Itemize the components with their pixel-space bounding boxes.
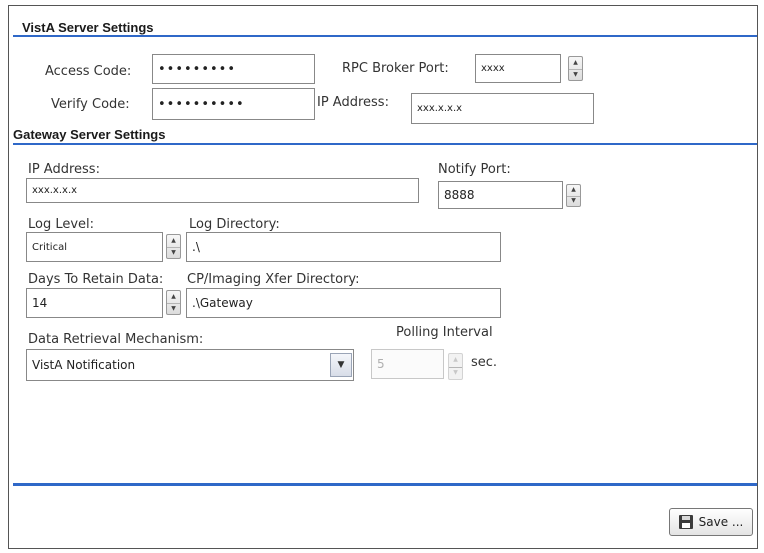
save-button[interactable]: Save ... bbox=[669, 508, 753, 536]
floppy-disk-icon bbox=[678, 515, 693, 529]
log-directory-label: Log Directory: bbox=[189, 217, 280, 232]
notify-port-spinner[interactable]: ▲ ▼ bbox=[566, 184, 581, 207]
gateway-section-rule bbox=[13, 143, 757, 145]
rpc-port-spinner[interactable]: ▲ ▼ bbox=[568, 56, 583, 81]
gateway-ip-field[interactable]: xxx.x.x.x bbox=[26, 178, 419, 203]
vista-section-title: VistA Server Settings bbox=[22, 20, 154, 35]
polling-interval-spinner[interactable]: ▲ ▼ bbox=[448, 353, 463, 380]
rpc-broker-port-field[interactable]: xxxx bbox=[475, 54, 561, 83]
spinner-up-icon[interactable]: ▲ bbox=[167, 291, 180, 303]
spinner-up-icon[interactable]: ▲ bbox=[569, 57, 582, 69]
notify-port-field[interactable]: 8888 bbox=[438, 181, 563, 209]
access-code-label: Access Code: bbox=[45, 64, 132, 79]
mechanism-select[interactable]: VistA Notification bbox=[26, 349, 354, 381]
save-button-label: Save ... bbox=[698, 515, 744, 529]
log-level-spinner[interactable]: ▲ ▼ bbox=[166, 234, 181, 259]
vista-section-rule bbox=[13, 35, 757, 37]
settings-panel: VistA Server Settings Access Code: •••••… bbox=[8, 5, 758, 549]
vista-ip-field[interactable]: xxx.x.x.x bbox=[411, 93, 594, 124]
vista-ip-label: IP Address: bbox=[317, 95, 389, 110]
days-retain-label: Days To Retain Data: bbox=[28, 272, 164, 287]
spinner-up-icon[interactable]: ▲ bbox=[449, 354, 462, 367]
notify-port-label: Notify Port: bbox=[438, 162, 511, 177]
gateway-ip-label: IP Address: bbox=[28, 162, 100, 177]
footer-rule bbox=[13, 483, 757, 486]
spinner-up-icon[interactable]: ▲ bbox=[567, 185, 580, 196]
spinner-down-icon[interactable]: ▼ bbox=[449, 366, 462, 380]
log-level-field[interactable]: Critical bbox=[26, 232, 163, 262]
polling-interval-field[interactable]: 5 bbox=[371, 349, 444, 379]
chevron-down-icon[interactable]: ▼ bbox=[330, 353, 352, 377]
spinner-down-icon[interactable]: ▼ bbox=[569, 68, 582, 81]
verify-code-label: Verify Code: bbox=[51, 97, 130, 112]
log-directory-field[interactable]: .\ bbox=[186, 232, 501, 262]
polling-interval-label: Polling Interval bbox=[396, 325, 493, 340]
verify-code-field[interactable]: •••••••••• bbox=[152, 88, 315, 120]
gateway-section-title: Gateway Server Settings bbox=[13, 127, 166, 142]
log-level-label: Log Level: bbox=[28, 217, 95, 232]
mechanism-label: Data Retrieval Mechanism: bbox=[28, 332, 204, 347]
spinner-down-icon[interactable]: ▼ bbox=[167, 302, 180, 315]
polling-unit-label: sec. bbox=[471, 355, 498, 370]
days-retain-spinner[interactable]: ▲ ▼ bbox=[166, 290, 181, 315]
spinner-down-icon[interactable]: ▼ bbox=[167, 246, 180, 259]
rpc-broker-port-label: RPC Broker Port: bbox=[342, 61, 449, 76]
days-retain-field[interactable]: 14 bbox=[26, 288, 163, 318]
access-code-field[interactable]: ••••••••• bbox=[152, 54, 315, 84]
spinner-up-icon[interactable]: ▲ bbox=[167, 235, 180, 247]
xfer-directory-field[interactable]: .\Gateway bbox=[186, 288, 501, 318]
xfer-directory-label: CP/Imaging Xfer Directory: bbox=[187, 272, 360, 287]
mechanism-selected-value: VistA Notification bbox=[32, 358, 136, 372]
spinner-down-icon[interactable]: ▼ bbox=[567, 195, 580, 207]
